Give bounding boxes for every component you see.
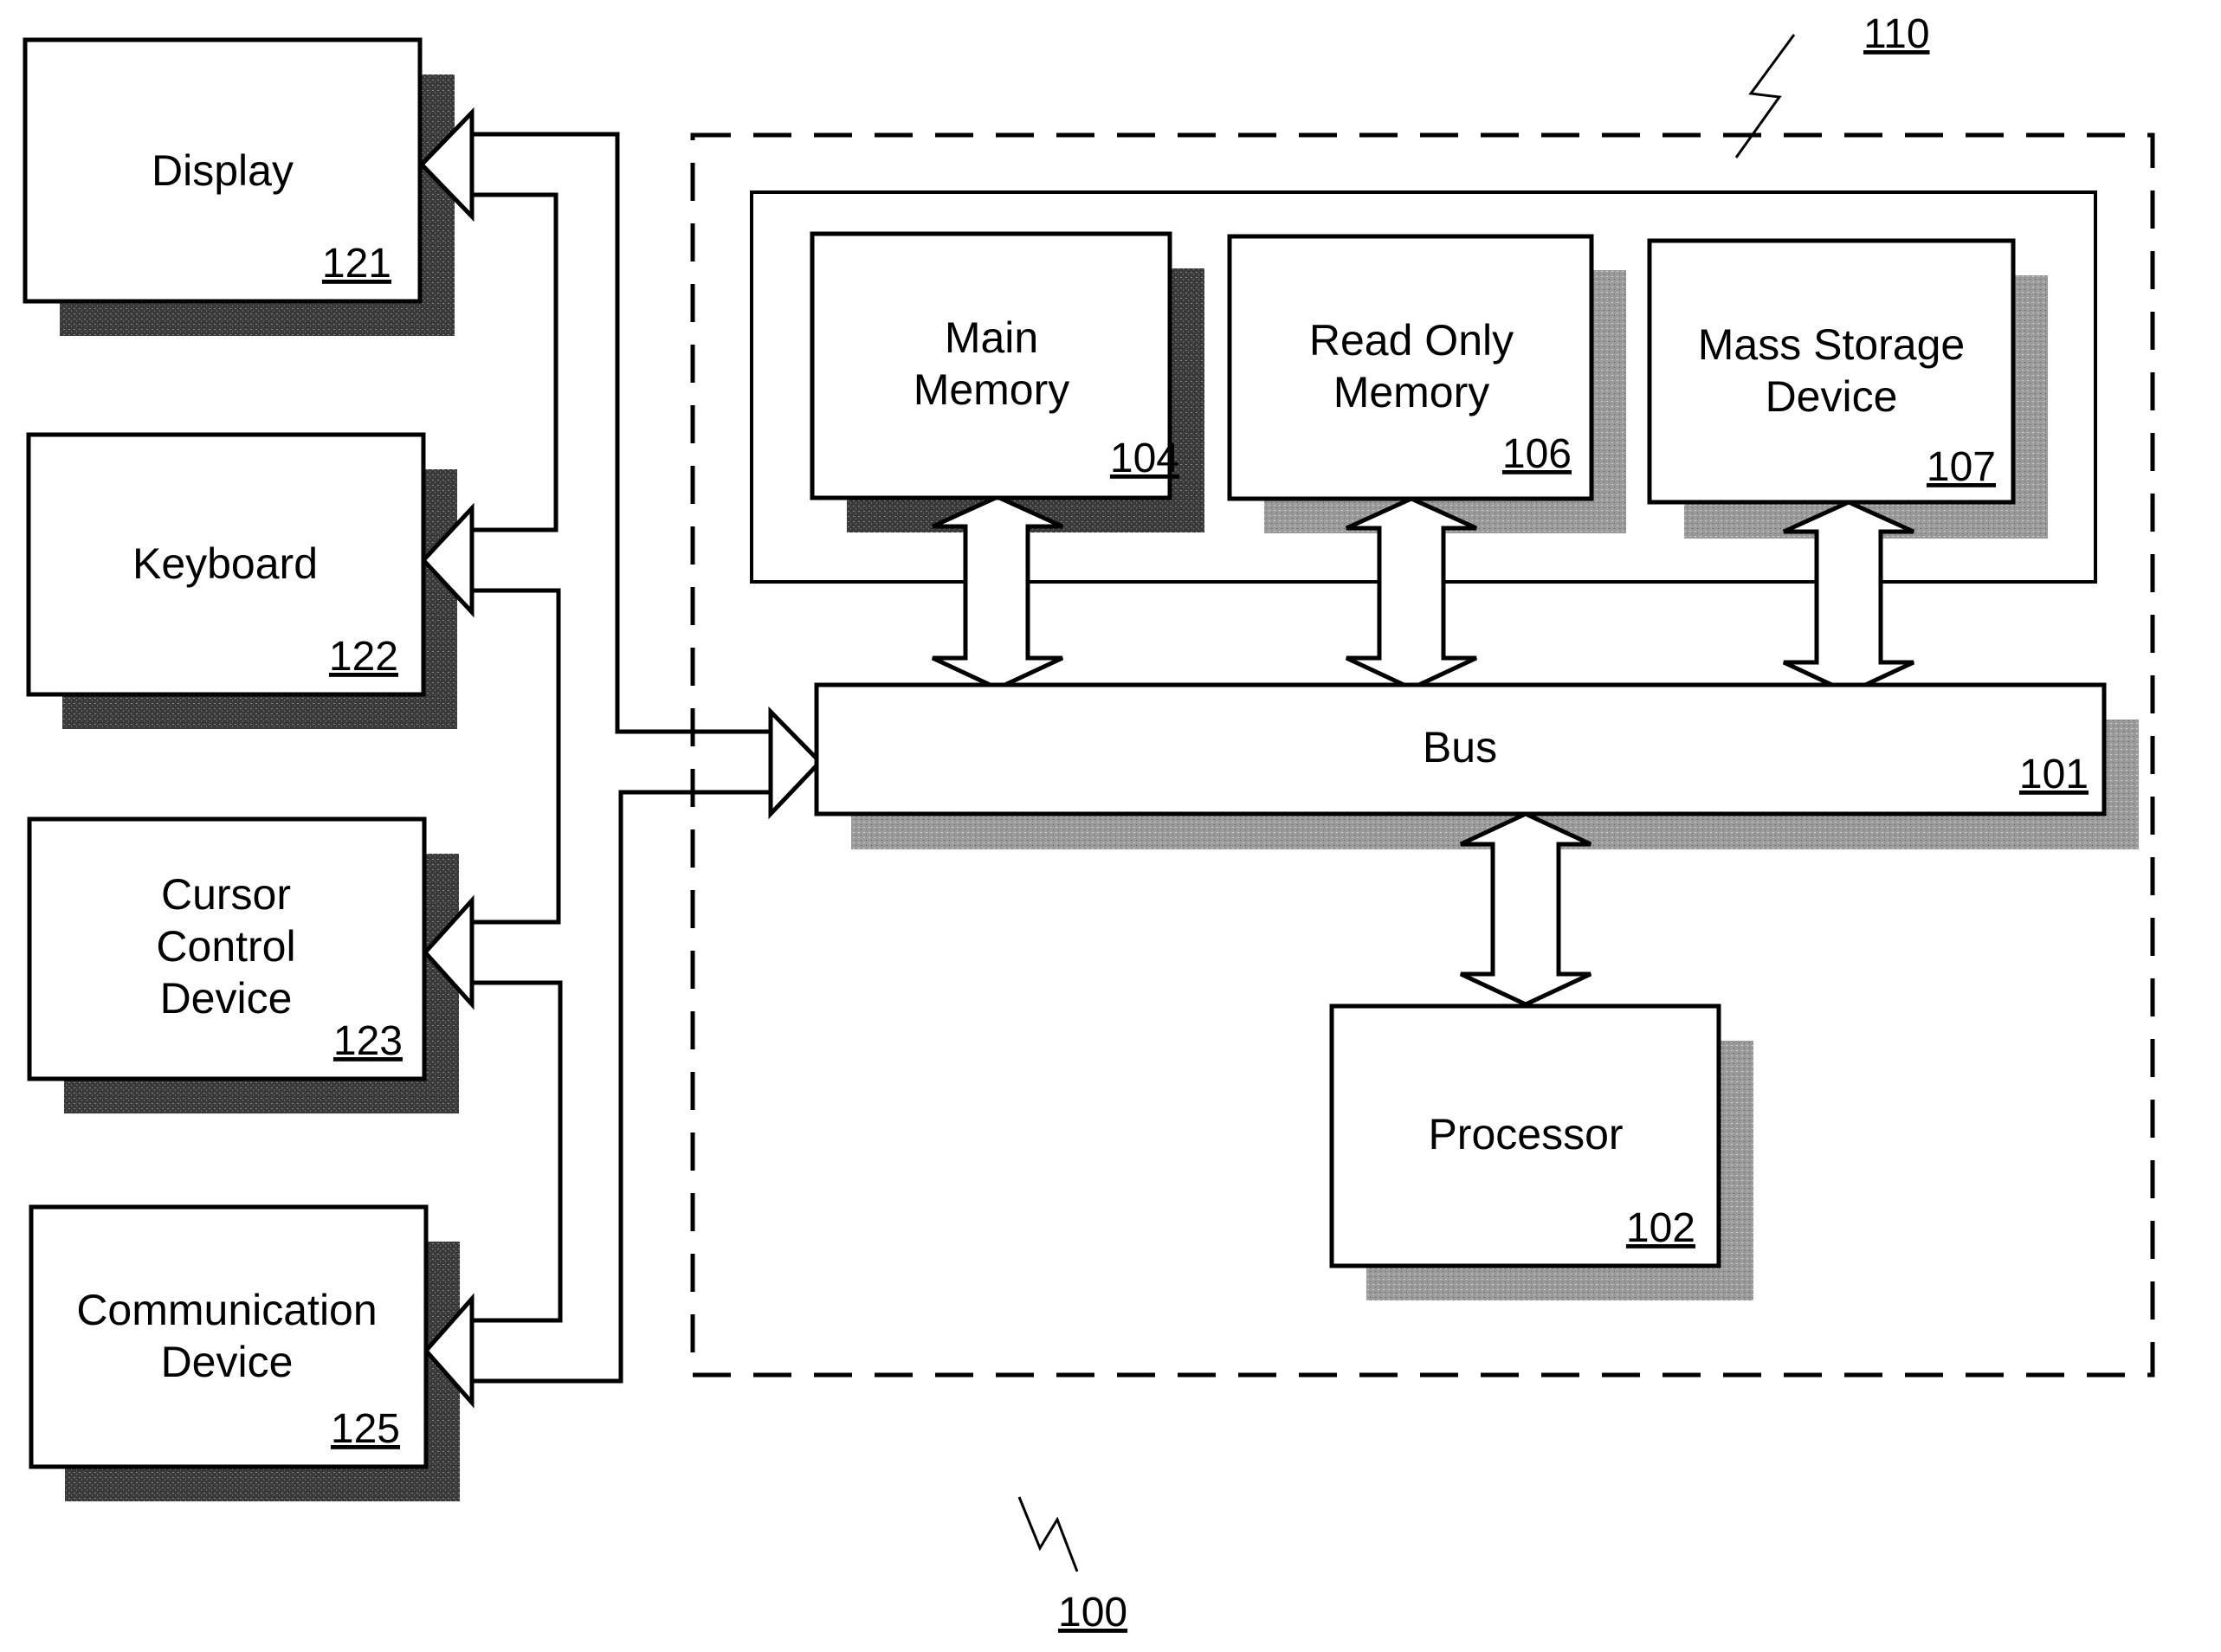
cursor-label-line3: Device <box>160 974 293 1023</box>
main-memory-label-line1: Main <box>945 313 1038 362</box>
cursor-label-line2: Control <box>156 922 295 971</box>
communication-ref: 125 <box>331 1406 400 1452</box>
processor-label: Processor <box>1428 1110 1623 1158</box>
mass-storage-label-line2: Device <box>1766 372 1898 421</box>
display-ref: 121 <box>322 241 391 287</box>
main-memory-ref: 104 <box>1110 436 1179 481</box>
arrow-rom-bus <box>1345 496 1478 691</box>
keyboard-ref: 122 <box>329 634 398 680</box>
enclosure-ref-110: 110 <box>1863 11 1930 57</box>
leader-100 <box>1017 1496 1079 1572</box>
keyboard-label: Keyboard <box>132 539 318 588</box>
bus-label: Bus <box>1423 723 1497 771</box>
leader-110 <box>1734 34 1796 158</box>
mass-storage-label-line1: Mass Storage <box>1698 320 1965 369</box>
main-memory-label-line2: Memory <box>914 365 1070 414</box>
mass-storage-ref: 107 <box>1927 444 1996 490</box>
arrow-mass-storage-bus <box>1782 500 1915 695</box>
arrow-main-memory-bus <box>931 494 1064 691</box>
communication-label-line2: Device <box>161 1338 294 1386</box>
communication-label-line1: Communication <box>76 1286 377 1334</box>
peripheral-wiring <box>472 132 775 1384</box>
bus-ref: 101 <box>2019 752 2089 797</box>
processor-ref: 102 <box>1626 1205 1695 1251</box>
cursor-label-line1: Cursor <box>161 870 291 919</box>
arrow-to-bus <box>768 706 823 820</box>
display-label: Display <box>152 146 294 195</box>
cursor-ref: 123 <box>333 1018 403 1064</box>
system-ref-100: 100 <box>1058 1590 1127 1636</box>
rom-ref: 106 <box>1502 431 1572 477</box>
rom-label-line1: Read Only <box>1309 316 1514 365</box>
rom-label-line2: Memory <box>1333 368 1490 416</box>
block-diagram: Display 121 Keyboard 122 Cursor Control … <box>23 11 2155 1636</box>
arrow-bus-processor <box>1459 811 1592 1007</box>
